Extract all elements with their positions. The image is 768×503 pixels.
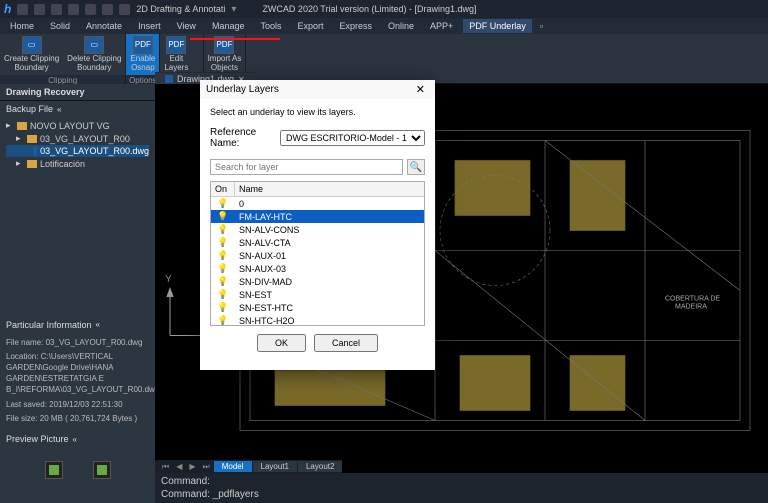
create-clipping-boundary-button[interactable]: ▭ Create Clipping Boundary: [0, 34, 63, 75]
layer-row[interactable]: 💡SN-EST-HTC: [211, 301, 424, 314]
qat-icon[interactable]: [85, 4, 96, 15]
qat-icon[interactable]: [17, 4, 28, 15]
tab-annotate[interactable]: Annotate: [80, 19, 128, 33]
layer-list[interactable]: On Name 💡0💡FM-LAY-HTC💡SN-ALV-CONS💡SN-ALV…: [210, 181, 425, 326]
enable-osnap-button[interactable]: PDF Enable Osnap: [126, 34, 159, 75]
layer-row[interactable]: 💡SN-ALV-CTA: [211, 236, 424, 249]
dialog-hint: Select an underlay to view its layers.: [210, 107, 425, 117]
dialog-titlebar[interactable]: Underlay Layers ✕: [200, 80, 435, 99]
ribbon-minimize-icon[interactable]: ▫: [540, 21, 543, 31]
tab-export[interactable]: Export: [291, 19, 329, 33]
preview-thumb[interactable]: [93, 461, 111, 479]
dialog-title: Underlay Layers: [206, 84, 279, 95]
ribbon-tabs: Home Solid Annotate Insert View ManageTools Ex…: [0, 18, 768, 34]
layer-search-input[interactable]: [210, 159, 403, 175]
particular-info-section[interactable]: Particular Information«: [0, 317, 155, 333]
drawing-recovery-panel: Drawing Recovery Backup File« ▸NOVO LAYO…: [0, 84, 155, 503]
bulb-icon[interactable]: 💡: [211, 314, 235, 326]
underlay-layers-dialog: Underlay Layers ✕ Select an underlay to …: [200, 80, 435, 370]
dwg-icon: [165, 75, 173, 83]
drawing-text-label: MADEIRA: [675, 304, 707, 311]
reference-name-label: Reference Name:: [210, 127, 274, 149]
close-icon[interactable]: ✕: [412, 83, 429, 96]
preview-thumb[interactable]: [45, 461, 63, 479]
column-on[interactable]: On: [211, 182, 235, 196]
clip-icon: ▭: [22, 36, 42, 54]
clip-delete-icon: ▭: [84, 36, 104, 54]
layout-tab-layout1[interactable]: Layout1: [253, 461, 297, 472]
command-line[interactable]: Command: Command: _pdflayers: [155, 473, 768, 503]
annotation-arrow: [190, 38, 280, 40]
reference-name-select[interactable]: DWG ESCRITORIO-Model - 1: [280, 130, 425, 146]
qat-icon[interactable]: [34, 4, 45, 15]
tab-solid[interactable]: Solid: [44, 19, 76, 33]
bulb-icon[interactable]: 💡: [211, 223, 235, 236]
layer-row[interactable]: 💡SN-EST: [211, 288, 424, 301]
pdf-icon: PDF: [133, 36, 153, 54]
cancel-button[interactable]: Cancel: [314, 334, 378, 352]
layout-tab-layout2[interactable]: Layout2: [298, 461, 342, 472]
tab-insert[interactable]: Insert: [132, 19, 167, 33]
layer-row[interactable]: 💡SN-ALV-CONS: [211, 223, 424, 236]
bulb-icon[interactable]: 💡: [211, 236, 235, 249]
tab-online[interactable]: Online: [382, 19, 420, 33]
command-prompt: Command: _pdflayers: [161, 488, 762, 501]
preview-section[interactable]: Preview Picture«: [0, 431, 155, 447]
layer-row[interactable]: 💡SN-HTC-H2O: [211, 314, 424, 326]
tab-home[interactable]: Home: [4, 19, 40, 33]
layer-row[interactable]: 💡FM-LAY-HTC: [211, 210, 424, 223]
command-history: Command:: [161, 475, 762, 488]
workspace-selector[interactable]: 2D Drafting & Annotati: [136, 4, 225, 14]
tree-item[interactable]: ▸03_VG_LAYOUT_R00: [6, 132, 149, 145]
bulb-icon[interactable]: 💡: [211, 262, 235, 275]
delete-clipping-boundary-button[interactable]: ▭ Delete Clipping Boundary: [63, 34, 125, 75]
tree-item[interactable]: ▸Lotificación: [6, 157, 149, 170]
layout-tab-model[interactable]: Model: [214, 461, 252, 472]
panel-title: Drawing Recovery: [0, 84, 155, 101]
column-name[interactable]: Name: [235, 182, 424, 196]
ucs-y-label: Y: [165, 274, 172, 285]
bulb-icon[interactable]: 💡: [211, 210, 235, 223]
search-icon[interactable]: 🔍: [407, 159, 425, 175]
app-logo: h: [4, 2, 11, 16]
qat-icon[interactable]: [51, 4, 62, 15]
tab-nav-prev-icon[interactable]: ◀: [173, 462, 185, 471]
layer-row[interactable]: 💡SN-AUX-03: [211, 262, 424, 275]
tab-pdf-underlay[interactable]: PDF Underlay: [463, 19, 532, 33]
file-tree: ▸NOVO LAYOUT VG▸03_VG_LAYOUT_R0003_VG_LA…: [0, 117, 155, 176]
tab-nav-last-icon[interactable]: ⏭: [200, 462, 213, 472]
layer-row[interactable]: 💡SN-DIV-MAD: [211, 275, 424, 288]
bulb-icon[interactable]: 💡: [211, 275, 235, 288]
layer-row[interactable]: 💡0: [211, 197, 424, 210]
titlebar: h 2D Drafting & Annotati ▾ ZWCAD 2020 Tr…: [0, 0, 768, 18]
file-info: File name: 03_VG_LAYOUT_R00.dwg Location…: [0, 333, 155, 431]
tab-app+[interactable]: APP+: [424, 19, 459, 33]
ribbon: ▭ Create Clipping Boundary ▭ Delete Clip…: [0, 34, 768, 84]
tab-manage[interactable]: Manage: [206, 19, 251, 33]
app-title: ZWCAD 2020 Trial version (Limited) - [Dr…: [262, 4, 476, 14]
tab-tools[interactable]: Tools: [254, 19, 287, 33]
tab-nav-first-icon[interactable]: ⏮: [159, 462, 172, 472]
backup-file-section[interactable]: Backup File«: [0, 101, 155, 117]
tree-item[interactable]: ▸NOVO LAYOUT VG: [6, 119, 149, 132]
tab-nav-next-icon[interactable]: ▶: [186, 462, 198, 471]
tab-express[interactable]: Express: [334, 19, 379, 33]
qat-icon[interactable]: [68, 4, 79, 15]
layer-row[interactable]: 💡SN-AUX-01: [211, 249, 424, 262]
bulb-icon[interactable]: 💡: [211, 249, 235, 262]
drawing-text-label: COBERTURA DE: [665, 296, 720, 303]
bulb-icon[interactable]: 💡: [211, 301, 235, 314]
edit-layers-button[interactable]: PDF Edit Layers: [160, 34, 192, 75]
layout-tabs: ⏮ ◀ ▶ ⏭ ModelLayout1Layout2: [155, 460, 342, 473]
ok-button[interactable]: OK: [257, 334, 306, 352]
preview-thumbnails: [0, 447, 155, 483]
import-as-objects-button[interactable]: PDF Import As Objects: [204, 34, 246, 75]
qat-icon[interactable]: [119, 4, 130, 15]
layers-icon: PDF: [166, 36, 186, 54]
bulb-icon[interactable]: 💡: [211, 288, 235, 301]
tree-item[interactable]: 03_VG_LAYOUT_R00.dwg: [6, 145, 149, 157]
qat-icon[interactable]: [102, 4, 113, 15]
bulb-icon[interactable]: 💡: [211, 197, 235, 210]
tab-view[interactable]: View: [171, 19, 202, 33]
